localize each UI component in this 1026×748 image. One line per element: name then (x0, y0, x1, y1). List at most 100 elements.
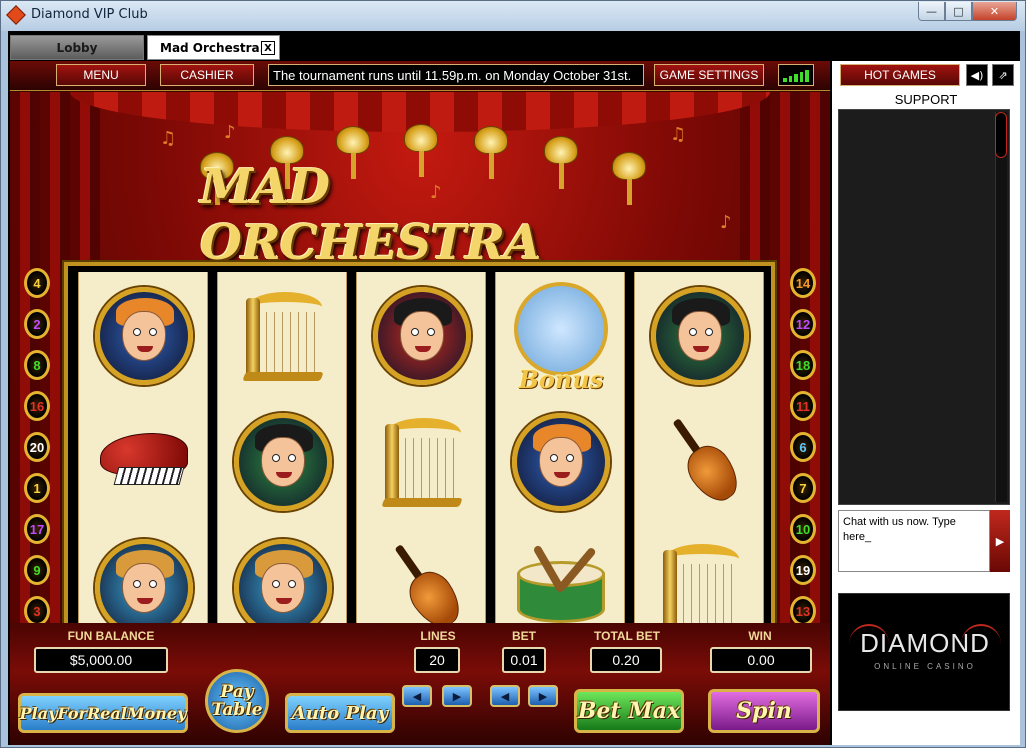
total-bet-value: 0.20 (590, 647, 662, 673)
title-bar[interactable]: Diamond VIP Club — □ ✕ (1, 1, 1025, 31)
trumpeter-portrait-icon (95, 287, 193, 385)
reel-cell (500, 402, 622, 522)
payline-marker[interactable]: 13 (790, 596, 816, 623)
music-note-icon: ♪ (720, 212, 732, 233)
bet-decrease-button[interactable]: ◀ (490, 685, 520, 707)
payline-marker[interactable]: 10 (790, 514, 816, 544)
payline-marker[interactable]: 17 (24, 514, 50, 544)
tab-mad-orchestra-label: Mad Orchestra... (160, 40, 274, 55)
bet-label: BET (512, 629, 536, 643)
reel-cell (83, 402, 205, 522)
close-window-button[interactable]: ✕ (972, 2, 1017, 21)
control-panel: FUN BALANCE $5,000.00 LINES 20 ◀ ▶ BET 0… (10, 623, 830, 745)
bonus-label: Bonus (518, 365, 604, 394)
sound-icon[interactable]: ◀) (966, 64, 988, 86)
sleepy-violinist-portrait-icon (651, 287, 749, 385)
tab-lobby[interactable]: Lobby (10, 35, 144, 60)
reel-cell (83, 528, 205, 623)
diamond-logo: DIAMOND (860, 628, 990, 658)
harp-icon (655, 540, 745, 623)
reel-2 (217, 272, 347, 623)
reel-cell (639, 402, 761, 522)
chat-input[interactable]: Chat with us now. Type here_ (838, 510, 990, 572)
payline-marker[interactable]: 18 (790, 350, 816, 380)
payline-marker[interactable]: 16 (24, 391, 50, 421)
win-label: WIN (748, 629, 772, 643)
tournament-ticker: The tournament runs until 11.59p.m. on M… (268, 64, 644, 86)
auto-play-button[interactable]: Auto Play (285, 693, 395, 733)
bet-max-button[interactable]: Bet Max (574, 689, 684, 733)
reel-cell (83, 276, 205, 396)
payline-marker[interactable]: 14 (790, 268, 816, 298)
bonus-icon: Bonus (506, 278, 616, 394)
game-settings-button[interactable]: GAME SETTINGS (654, 64, 764, 86)
game-area: MENU CASHIER The tournament runs until 1… (10, 61, 830, 745)
payline-marker[interactable]: 7 (790, 473, 816, 503)
flower-woman-portrait-icon (234, 413, 332, 511)
piano-icon (94, 427, 194, 497)
connection-signal-icon (778, 64, 814, 86)
violinist-woman-portrait-icon (95, 539, 193, 623)
pay-table-line1: Pay (220, 682, 254, 702)
reel-4: Bonus (495, 272, 625, 623)
reel-cell (500, 528, 622, 623)
hot-games-button[interactable]: HOT GAMES (840, 64, 960, 86)
reel-cell (361, 402, 483, 522)
close-tab-icon[interactable]: X (261, 41, 275, 55)
trumpet-icon (474, 126, 508, 179)
tab-mad-orchestra[interactable]: Mad Orchestra... X (147, 35, 280, 60)
harp-icon (238, 288, 328, 384)
minimize-button[interactable]: — (918, 2, 945, 21)
app-window: Diamond VIP Club — □ ✕ Lobby Mad Orchest… (0, 0, 1026, 748)
fun-balance-value: $5,000.00 (34, 647, 168, 673)
play-for-real-money-button[interactable]: PlayForRealMoney (18, 693, 188, 733)
popout-icon[interactable]: ⇗ (992, 64, 1014, 86)
payline-marker[interactable]: 4 (24, 268, 50, 298)
menu-button[interactable]: MENU (56, 64, 146, 86)
cashier-button[interactable]: CASHIER (160, 64, 254, 86)
diamond-app-icon (6, 5, 26, 25)
violin-icon (634, 395, 765, 529)
payline-marker[interactable]: 6 (790, 432, 816, 462)
client-area: Lobby Mad Orchestra... X MENU CASHIER Th… (8, 31, 1020, 745)
payline-marker[interactable]: 19 (790, 555, 816, 585)
win-value: 0.00 (710, 647, 812, 673)
payline-marker[interactable]: 11 (790, 391, 816, 421)
reel-cell: Bonus (500, 276, 622, 396)
harp-icon (377, 414, 467, 510)
chat-scrollbar[interactable] (995, 112, 1007, 502)
support-title: SUPPORT (894, 92, 958, 107)
spin-button[interactable]: Spin (708, 689, 820, 733)
reel-frame: Bonus (64, 262, 775, 623)
reel-cell (361, 528, 483, 623)
violinist-woman-portrait-icon (234, 539, 332, 623)
reel-cell (222, 528, 344, 623)
lines-value: 20 (414, 647, 460, 673)
maximize-button[interactable]: □ (945, 2, 972, 21)
payline-marker[interactable]: 12 (790, 309, 816, 339)
reel-5 (634, 272, 764, 623)
game-logo: MAD ORCHESTRA (200, 159, 541, 271)
fun-balance-label: FUN BALANCE (67, 629, 155, 643)
payline-marker[interactable]: 3 (24, 596, 50, 623)
diamond-casino-banner[interactable]: DIAMOND ONLINE CASINO (838, 593, 1010, 711)
trumpeter-portrait-icon (512, 413, 610, 511)
payline-marker[interactable]: 1 (24, 473, 50, 503)
pay-table-button[interactable]: Pay Table (205, 669, 269, 733)
payline-marker[interactable]: 20 (24, 432, 50, 462)
chat-scroll-thumb[interactable] (995, 112, 1007, 158)
lines-decrease-button[interactable]: ◀ (402, 685, 432, 707)
lines-increase-button[interactable]: ▶ (442, 685, 472, 707)
send-chat-button[interactable]: ▶ (990, 510, 1010, 572)
payline-marker[interactable]: 9 (24, 555, 50, 585)
game-toolbar: MENU CASHIER The tournament runs until 1… (10, 61, 830, 91)
chat-log (838, 109, 1010, 505)
reel-cell (639, 528, 761, 623)
right-payline-markers: 141218116710191315 (790, 262, 818, 623)
reel-cell (222, 402, 344, 522)
total-bet-label: TOTAL BET (594, 629, 660, 643)
payline-marker[interactable]: 2 (24, 309, 50, 339)
payline-marker[interactable]: 8 (24, 350, 50, 380)
left-payline-markers: 4281620117935 (24, 262, 52, 623)
bet-increase-button[interactable]: ▶ (528, 685, 558, 707)
